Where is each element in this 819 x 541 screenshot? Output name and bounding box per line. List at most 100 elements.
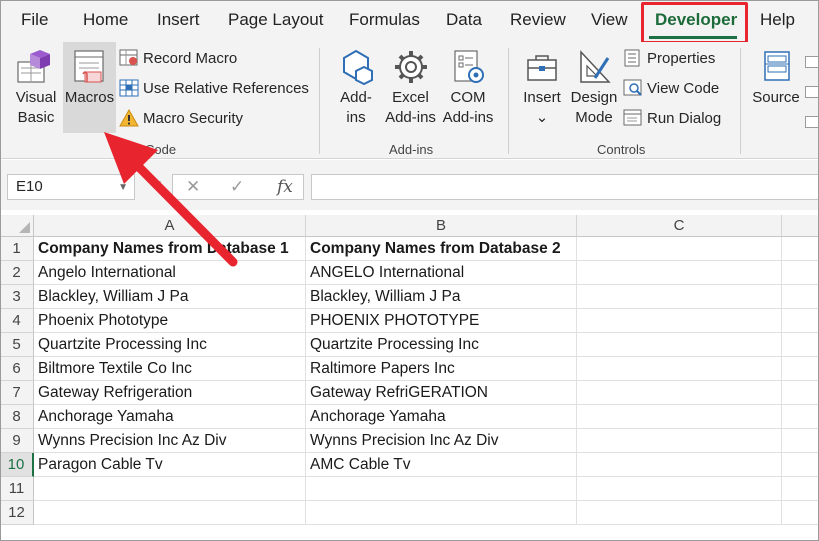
tab-insert[interactable]: Insert bbox=[157, 10, 200, 30]
table-cell[interactable] bbox=[577, 237, 782, 261]
insert-control-button[interactable]: Insert ⌄ bbox=[516, 48, 568, 128]
table-cell[interactable] bbox=[782, 381, 819, 405]
table-cell[interactable]: Blackley, William J Pa bbox=[34, 285, 306, 309]
table-cell[interactable] bbox=[577, 357, 782, 381]
view-code-button[interactable]: View Code bbox=[623, 77, 719, 101]
table-cell[interactable]: ANGELO International bbox=[306, 261, 577, 285]
table-cell[interactable]: Quartzite Processing Inc bbox=[34, 333, 306, 357]
enter-icon[interactable]: ✓ bbox=[230, 177, 244, 197]
table-cell[interactable]: Company Names from Database 2 bbox=[306, 237, 577, 261]
table-cell[interactable] bbox=[782, 501, 819, 525]
table-cell[interactable]: Anchorage Yamaha bbox=[34, 405, 306, 429]
row-header-7[interactable]: 7 bbox=[0, 381, 34, 405]
table-cell[interactable] bbox=[577, 333, 782, 357]
table-cell[interactable] bbox=[782, 453, 819, 477]
table-cell[interactable]: Company Names from Database 1 bbox=[34, 237, 306, 261]
table-cell[interactable]: Blackley, William J Pa bbox=[306, 285, 577, 309]
table-cell[interactable]: Wynns Precision Inc Az Div bbox=[34, 429, 306, 453]
com-addins-button[interactable]: COM Add-ins bbox=[440, 48, 496, 128]
column-header-a[interactable]: A bbox=[34, 215, 306, 237]
table-cell[interactable] bbox=[782, 357, 819, 381]
row-header-8[interactable]: 8 bbox=[0, 405, 34, 429]
table-cell[interactable]: Wynns Precision Inc Az Div bbox=[306, 429, 577, 453]
table-cell[interactable] bbox=[577, 477, 782, 501]
group-label-addins: Add-ins bbox=[389, 142, 434, 157]
tab-page-layout[interactable]: Page Layout bbox=[228, 10, 323, 30]
addins-button[interactable]: Add- ins bbox=[330, 48, 382, 128]
visual-basic-button[interactable]: Visual Basic bbox=[10, 48, 62, 128]
table-cell[interactable] bbox=[577, 429, 782, 453]
table-cell[interactable]: PHOENIX PHOTOTYPE bbox=[306, 309, 577, 333]
tab-data[interactable]: Data bbox=[446, 10, 482, 30]
tab-formulas[interactable]: Formulas bbox=[349, 10, 420, 30]
table-cell[interactable] bbox=[782, 333, 819, 357]
tab-review[interactable]: Review bbox=[510, 10, 566, 30]
table-cell[interactable] bbox=[782, 237, 819, 261]
refresh-data-icon[interactable] bbox=[805, 116, 819, 128]
table-cell[interactable]: Biltmore Textile Co Inc bbox=[34, 357, 306, 381]
cancel-icon[interactable]: ✕ bbox=[186, 177, 200, 197]
table-cell[interactable]: AMC Cable Tv bbox=[306, 453, 577, 477]
chevron-down-icon[interactable]: ▼ bbox=[118, 182, 128, 193]
tab-view[interactable]: View bbox=[591, 10, 628, 30]
table-cell[interactable]: Raltimore Papers Inc bbox=[306, 357, 577, 381]
column-header-d[interactable] bbox=[782, 215, 819, 237]
xml-source-button[interactable]: Source bbox=[750, 48, 802, 108]
table-cell[interactable] bbox=[577, 309, 782, 333]
name-box[interactable]: E10 ▼ bbox=[7, 174, 135, 200]
row-header-5[interactable]: 5 bbox=[0, 333, 34, 357]
table-cell[interactable] bbox=[782, 405, 819, 429]
table-cell[interactable]: Paragon Cable Tv bbox=[34, 453, 306, 477]
table-cell[interactable] bbox=[34, 501, 306, 525]
record-macro-button[interactable]: Record Macro bbox=[119, 47, 237, 71]
expansion-packs-icon[interactable] bbox=[805, 86, 819, 98]
tab-help[interactable]: Help bbox=[760, 10, 795, 30]
use-relative-references-button[interactable]: Use Relative References bbox=[119, 77, 309, 101]
table-cell[interactable] bbox=[782, 285, 819, 309]
row-header-12[interactable]: 12 bbox=[0, 501, 34, 525]
table-cell[interactable]: Anchorage Yamaha bbox=[306, 405, 577, 429]
table-cell[interactable] bbox=[782, 477, 819, 501]
table-cell[interactable] bbox=[577, 261, 782, 285]
map-properties-icon[interactable] bbox=[805, 56, 819, 68]
table-cell[interactable] bbox=[782, 309, 819, 333]
table-cell[interactable]: Gateway RefriGERATION bbox=[306, 381, 577, 405]
macro-security-button[interactable]: Macro Security bbox=[119, 107, 243, 131]
table-cell[interactable]: Quartzite Processing Inc bbox=[306, 333, 577, 357]
row-header-4[interactable]: 4 bbox=[0, 309, 34, 333]
table-cell[interactable] bbox=[577, 405, 782, 429]
table-cell[interactable] bbox=[577, 453, 782, 477]
row-header-10[interactable]: 10 bbox=[0, 453, 34, 477]
insert-function-icon[interactable]: fx bbox=[277, 177, 293, 197]
tab-file[interactable]: File bbox=[21, 10, 48, 30]
macros-button[interactable]: Macros bbox=[63, 48, 116, 108]
table-cell[interactable] bbox=[782, 261, 819, 285]
column-header-c[interactable]: C bbox=[577, 215, 782, 237]
select-all-corner[interactable] bbox=[0, 215, 34, 237]
run-dialog-button[interactable]: Run Dialog bbox=[623, 107, 721, 131]
column-header-b[interactable]: B bbox=[306, 215, 577, 237]
row-header-2[interactable]: 2 bbox=[0, 261, 34, 285]
xml-source-icon bbox=[764, 51, 790, 81]
table-cell[interactable]: Angelo International bbox=[34, 261, 306, 285]
drag-handle-icon[interactable]: ⋮ bbox=[153, 178, 167, 195]
table-cell[interactable] bbox=[577, 381, 782, 405]
table-cell[interactable] bbox=[577, 285, 782, 309]
table-cell[interactable]: Phoenix Phototype bbox=[34, 309, 306, 333]
row-header-6[interactable]: 6 bbox=[0, 357, 34, 381]
table-cell[interactable] bbox=[306, 501, 577, 525]
excel-addins-button[interactable]: Excel Add-ins bbox=[383, 48, 438, 128]
row-header-9[interactable]: 9 bbox=[0, 429, 34, 453]
table-cell[interactable] bbox=[34, 477, 306, 501]
formula-input[interactable] bbox=[311, 174, 819, 200]
table-cell[interactable] bbox=[782, 429, 819, 453]
table-cell[interactable] bbox=[306, 477, 577, 501]
table-cell[interactable] bbox=[577, 501, 782, 525]
properties-button[interactable]: Properties bbox=[623, 47, 715, 71]
row-header-3[interactable]: 3 bbox=[0, 285, 34, 309]
table-cell[interactable]: Gateway Refrigeration bbox=[34, 381, 306, 405]
row-header-11[interactable]: 11 bbox=[0, 477, 34, 501]
design-mode-button[interactable]: Design Mode bbox=[568, 48, 620, 128]
tab-home[interactable]: Home bbox=[83, 10, 128, 30]
row-header-1[interactable]: 1 bbox=[0, 237, 34, 261]
